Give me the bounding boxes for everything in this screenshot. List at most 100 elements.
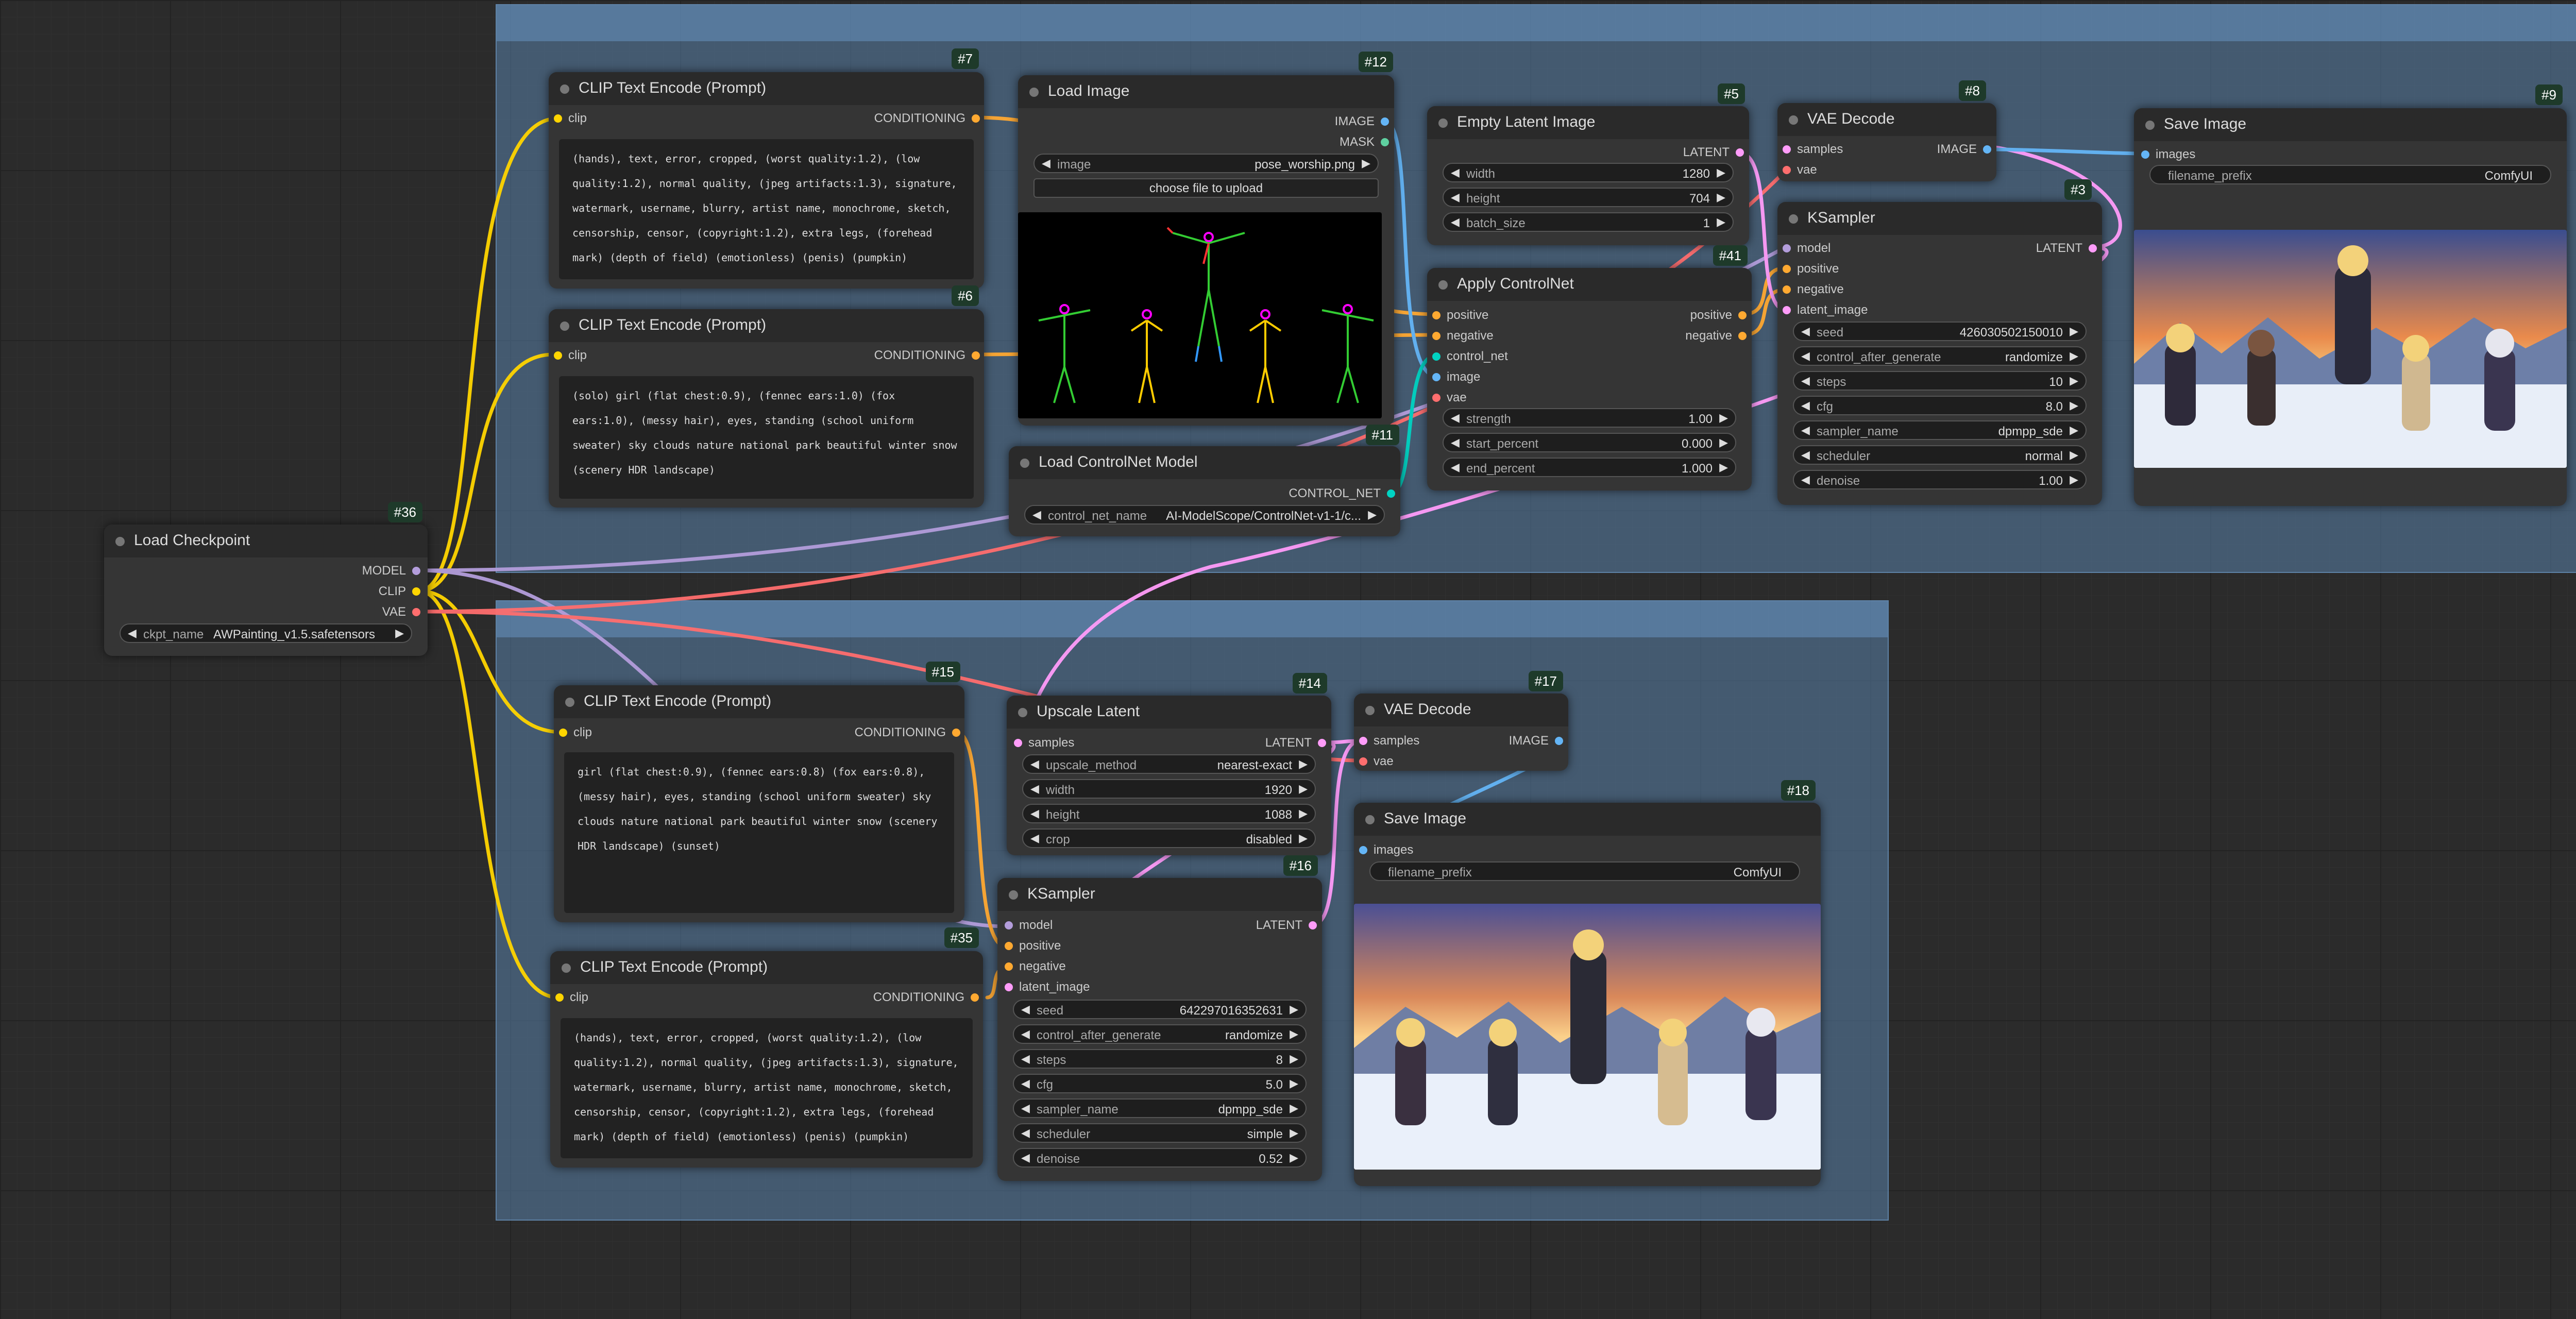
input-clip[interactable]: clip: [554, 348, 587, 363]
slot-dot-icon[interactable]: [1381, 117, 1389, 126]
collapse-dot-icon[interactable]: [565, 698, 574, 707]
widget-height[interactable]: ◀ height 704 ▶: [1443, 188, 1734, 207]
node-empty-latent-image[interactable]: Empty Latent Image LATENT ◀ width 1280 ▶ ◀ he…: [1427, 83, 1749, 245]
node-title[interactable]: Empty Latent Image: [1427, 106, 1749, 139]
output-latent[interactable]: LATENT: [1265, 736, 1326, 750]
upload-button[interactable]: choose file to upload: [1033, 178, 1379, 198]
input-vae[interactable]: vae: [1359, 754, 1394, 769]
node-title[interactable]: Load Checkpoint: [104, 525, 428, 557]
arrow-left-icon[interactable]: ◀: [1042, 157, 1050, 170]
node-title[interactable]: Load ControlNet Model: [1009, 446, 1400, 479]
widget-sampler-name[interactable]: ◀ sampler_name dpmpp_sde ▶: [1793, 420, 2087, 440]
widget-control-after-generate[interactable]: ◀ control_after_generate randomize ▶: [1793, 346, 2087, 366]
node-title[interactable]: VAE Decode: [1777, 103, 1996, 136]
widget-width[interactable]: ◀ width 1280 ▶: [1443, 163, 1734, 182]
node-save-image-9[interactable]: Save Image images filename_prefix ComfyUI…: [2134, 84, 2567, 506]
widget-batch-size[interactable]: ◀ batch_size 1 ▶: [1443, 212, 1734, 232]
arrow-left-icon[interactable]: ◀: [1030, 757, 1039, 771]
output-negative[interactable]: negative: [1685, 329, 1747, 343]
widget-sampler-name[interactable]: ◀ sampler_name dpmpp_sde ▶: [1013, 1098, 1307, 1118]
node-title[interactable]: Upscale Latent: [1007, 696, 1331, 729]
collapse-dot-icon[interactable]: [1438, 280, 1448, 290]
input-positive[interactable]: positive: [1432, 308, 1488, 323]
arrow-left-icon[interactable]: ◀: [1801, 374, 1810, 387]
collapse-dot-icon[interactable]: [115, 537, 125, 546]
node-title[interactable]: Save Image: [2134, 108, 2567, 141]
widget-width[interactable]: ◀ width 1920 ▶: [1022, 779, 1316, 799]
input-latent-image[interactable]: latent_image: [1783, 303, 1868, 317]
output-control-net[interactable]: CONTROL_NET: [1289, 486, 1395, 501]
node-title[interactable]: Save Image: [1354, 803, 1821, 836]
output-mask[interactable]: MASK: [1340, 135, 1389, 149]
output-conditioning[interactable]: CONDITIONING: [874, 111, 980, 126]
input-negative[interactable]: negative: [1005, 959, 1066, 974]
collapse-dot-icon[interactable]: [1029, 88, 1039, 97]
collapse-dot-icon[interactable]: [1789, 214, 1798, 224]
slot-dot-icon[interactable]: [1005, 942, 1013, 950]
widget-steps[interactable]: ◀ steps 8 ▶: [1013, 1049, 1307, 1069]
widget-crop[interactable]: ◀ crop disabled ▶: [1022, 828, 1316, 848]
output-latent[interactable]: LATENT: [1256, 918, 1317, 933]
arrow-left-icon[interactable]: ◀: [1451, 461, 1460, 474]
output-clip[interactable]: CLIP: [379, 584, 420, 599]
arrow-right-icon[interactable]: ▶: [1717, 166, 1725, 179]
widget-cfg[interactable]: ◀ cfg 8.0 ▶: [1793, 396, 2087, 415]
slot-dot-icon[interactable]: [1432, 394, 1440, 402]
slot-dot-icon[interactable]: [2089, 244, 2097, 252]
widget-cfg[interactable]: ◀ cfg 5.0 ▶: [1013, 1074, 1307, 1093]
widget-upscale-method[interactable]: ◀ upscale_method nearest-exact ▶: [1022, 754, 1316, 774]
control-net-name-combo[interactable]: ◀ control_net_name AI-ModelScope/ControlNe…: [1024, 505, 1385, 525]
input-images[interactable]: images: [2141, 147, 2195, 162]
slot-dot-icon[interactable]: [1738, 332, 1747, 340]
filename-prefix-input[interactable]: filename_prefix ComfyUI: [1369, 861, 1800, 881]
slot-dot-icon[interactable]: [559, 729, 567, 737]
arrow-left-icon[interactable]: ◀: [1032, 508, 1041, 521]
arrow-right-icon[interactable]: ▶: [1717, 215, 1725, 229]
collapse-dot-icon[interactable]: [560, 84, 569, 94]
node-load-checkpoint[interactable]: Load Checkpoint MODEL CLIP VAE ◀ ckpt_nam…: [104, 502, 428, 656]
arrow-right-icon[interactable]: ▶: [2070, 424, 2078, 437]
collapse-dot-icon[interactable]: [1020, 459, 1029, 468]
node-load-image[interactable]: Load Image IMAGE MASK ◀ image pose_worship…: [1018, 52, 1394, 426]
arrow-left-icon[interactable]: ◀: [1030, 832, 1039, 845]
output-model[interactable]: MODEL: [362, 564, 420, 578]
slot-dot-icon[interactable]: [412, 608, 420, 616]
arrow-right-icon[interactable]: ▶: [1717, 191, 1725, 204]
slot-dot-icon[interactable]: [1014, 739, 1022, 747]
node-title[interactable]: CLIP Text Encode (Prompt): [549, 309, 984, 342]
arrow-right-icon[interactable]: ▶: [1290, 1003, 1298, 1016]
slot-dot-icon[interactable]: [1736, 148, 1744, 157]
ckpt-name-combo[interactable]: ◀ ckpt_name AWPainting_v1.5.safetensors ▶: [120, 623, 412, 643]
prompt-textarea[interactable]: (solo) girl (flat chest:0.9), (fennec ea…: [559, 376, 974, 499]
node-clip-text-encode-7[interactable]: CLIP Text Encode (Prompt) clip CONDITION…: [549, 48, 984, 289]
widget-seed[interactable]: ◀ seed 642297016352631 ▶: [1013, 1000, 1307, 1019]
slot-dot-icon[interactable]: [952, 729, 960, 737]
slot-dot-icon[interactable]: [1783, 145, 1791, 154]
slot-dot-icon[interactable]: [412, 567, 420, 575]
slot-dot-icon[interactable]: [1359, 846, 1367, 854]
slot-dot-icon[interactable]: [1783, 306, 1791, 314]
input-model[interactable]: model: [1783, 241, 1831, 256]
arrow-left-icon[interactable]: ◀: [1021, 1077, 1030, 1090]
slot-dot-icon[interactable]: [971, 993, 979, 1002]
widget-end-percent[interactable]: ◀ end_percent 1.000 ▶: [1443, 458, 1736, 477]
node-save-image-18[interactable]: Save Image images filename_prefix ComfyUI…: [1354, 780, 1821, 1186]
node-apply-controlnet[interactable]: Apply ControlNet positive negative contr…: [1427, 245, 1752, 491]
output-conditioning[interactable]: CONDITIONING: [855, 725, 960, 740]
arrow-left-icon[interactable]: ◀: [1801, 399, 1810, 412]
widget-scheduler[interactable]: ◀ scheduler simple ▶: [1013, 1123, 1307, 1143]
widget-control-after-generate[interactable]: ◀ control_after_generate randomize ▶: [1013, 1024, 1307, 1044]
node-title[interactable]: Apply ControlNet: [1427, 268, 1752, 301]
arrow-left-icon[interactable]: ◀: [1801, 473, 1810, 486]
arrow-right-icon[interactable]: ▶: [1719, 436, 1728, 449]
slot-dot-icon[interactable]: [1432, 373, 1440, 381]
widget-strength[interactable]: ◀ strength 1.00 ▶: [1443, 408, 1736, 428]
input-positive[interactable]: positive: [1005, 939, 1061, 953]
arrow-right-icon[interactable]: ▶: [1290, 1102, 1298, 1115]
arrow-left-icon[interactable]: ◀: [1801, 448, 1810, 462]
slot-dot-icon[interactable]: [972, 351, 980, 360]
node-clip-text-encode-15[interactable]: CLIP Text Encode (Prompt) clip CONDITION…: [554, 662, 964, 922]
slot-dot-icon[interactable]: [1005, 983, 1013, 991]
node-title[interactable]: CLIP Text Encode (Prompt): [549, 72, 984, 105]
arrow-left-icon[interactable]: ◀: [1021, 1102, 1030, 1115]
